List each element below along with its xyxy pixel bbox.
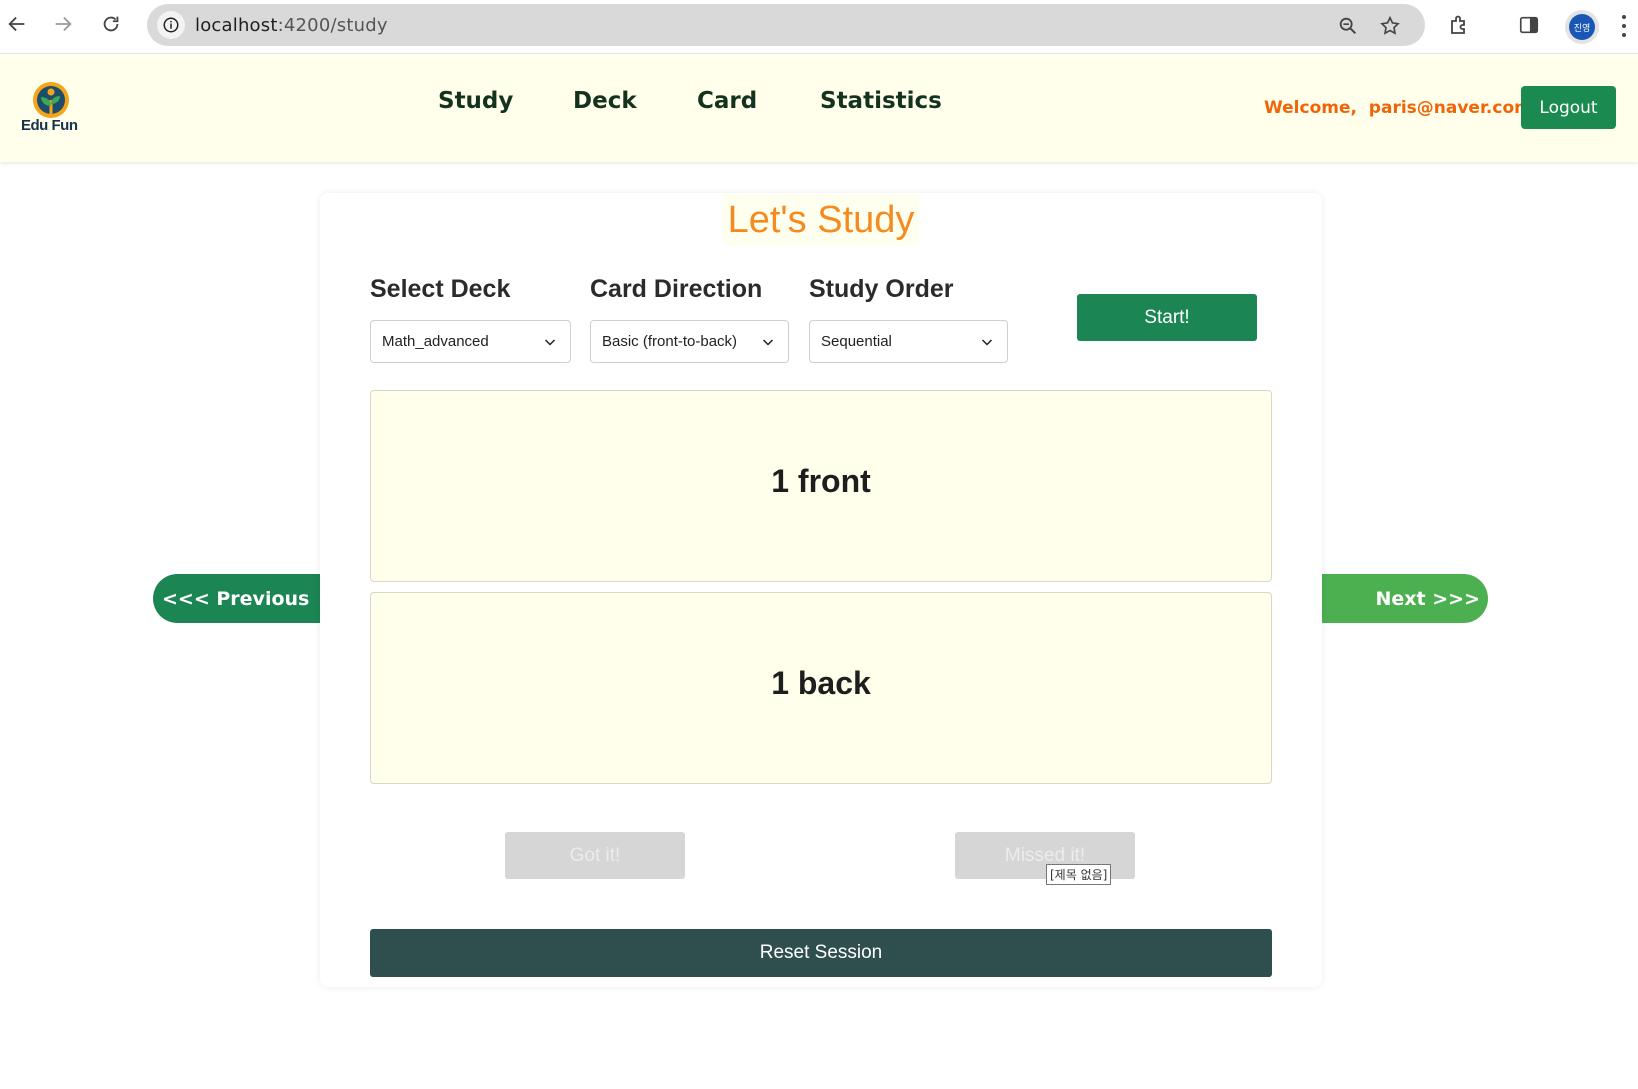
logo-text: Edu Fun	[21, 117, 78, 134]
study-order-label: Study Order	[809, 275, 954, 303]
forward-icon[interactable]	[48, 9, 78, 39]
deck-select[interactable]: Math_advanced	[370, 320, 571, 363]
chevron-down-icon	[544, 339, 556, 346]
next-button[interactable]: Next >>>	[1322, 574, 1488, 623]
card-back-text: 1 back	[771, 665, 871, 701]
app-header: Edu Fun Study Deck Card Statistics Welco…	[0, 55, 1638, 162]
nav-deck[interactable]: Deck	[573, 88, 637, 114]
reset-session-button[interactable]: Reset Session	[370, 929, 1272, 977]
card-front-text: 1 front	[771, 463, 871, 499]
previous-button[interactable]: <<< Previous	[153, 574, 320, 623]
back-icon[interactable]	[2, 9, 32, 39]
card-back[interactable]: 1 back	[370, 592, 1272, 784]
card-direction-value: Basic (front-to-back)	[602, 333, 738, 350]
site-info-icon[interactable]	[157, 11, 185, 39]
card-direction-select[interactable]: Basic (front-to-back)	[590, 320, 789, 363]
welcome-text: Welcome, paris@naver.com!	[1264, 98, 1540, 118]
address-bar[interactable]: localhost:4200/study	[147, 4, 1425, 46]
start-button[interactable]: Start!	[1077, 294, 1257, 341]
chevron-down-icon	[981, 339, 993, 346]
page-title: Let's Study	[723, 194, 919, 246]
got-it-button[interactable]: Got it!	[505, 832, 685, 879]
select-deck-label: Select Deck	[370, 275, 511, 303]
zoom-icon[interactable]	[1335, 13, 1361, 39]
profile-avatar[interactable]: 진영	[1565, 10, 1599, 44]
study-order-value: Sequential	[821, 333, 892, 350]
bookmark-star-icon[interactable]	[1377, 13, 1403, 39]
extensions-icon[interactable]	[1445, 11, 1473, 39]
card-front[interactable]: 1 front	[370, 390, 1272, 582]
study-order-select[interactable]: Sequential	[809, 320, 1008, 363]
card-direction-label: Card Direction	[590, 275, 763, 303]
url-text: localhost:4200/study	[195, 15, 388, 36]
reload-icon[interactable]	[96, 9, 126, 39]
menu-kebab-icon[interactable]	[1618, 12, 1630, 40]
tooltip: [제목 없음]	[1046, 864, 1112, 885]
side-panel-icon[interactable]	[1515, 11, 1543, 39]
logout-button[interactable]: Logout	[1521, 86, 1616, 129]
nav-statistics[interactable]: Statistics	[820, 88, 942, 114]
chevron-down-icon	[762, 339, 774, 346]
deck-select-value: Math_advanced	[382, 333, 489, 350]
nav-study[interactable]: Study	[438, 88, 513, 114]
nav-card[interactable]: Card	[697, 88, 757, 114]
browser-toolbar: localhost:4200/study 진영	[0, 0, 1638, 54]
